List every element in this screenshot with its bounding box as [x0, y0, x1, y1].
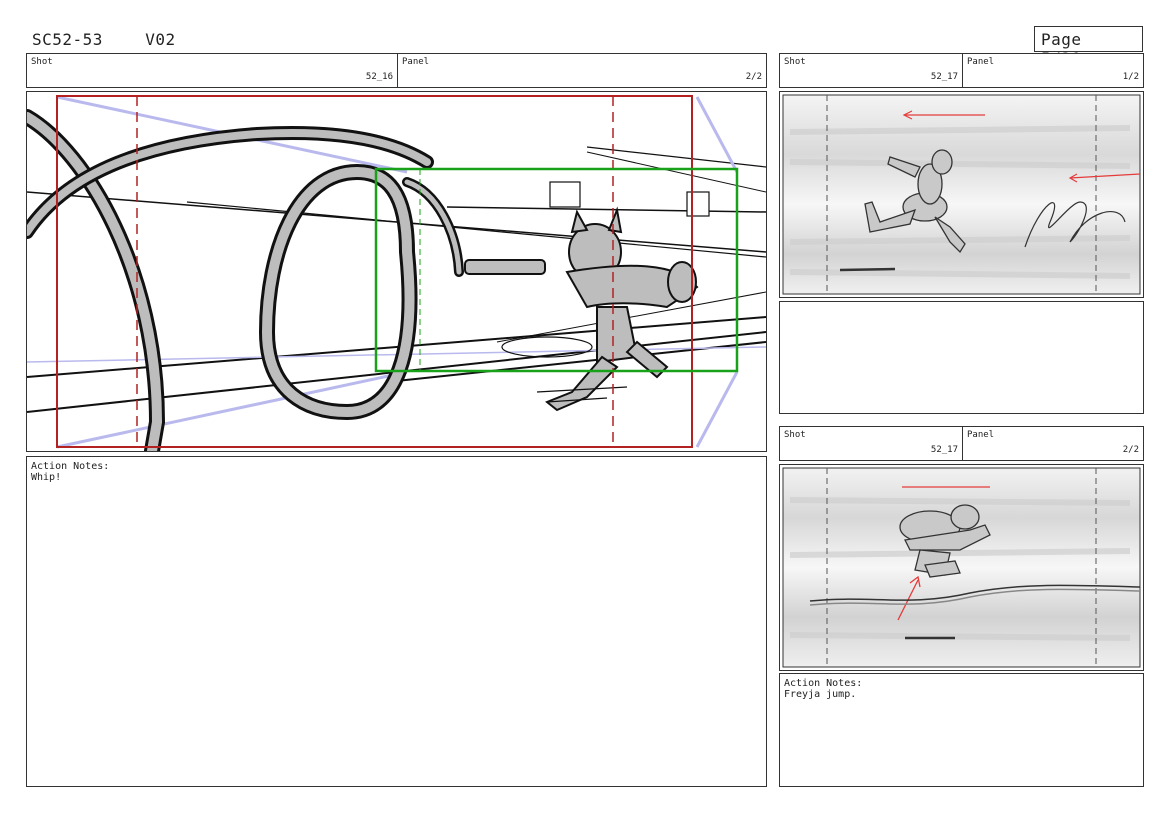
- freyja-run-sketch: [782, 94, 1141, 295]
- right-top-shot-cell: Shot 52_17: [780, 54, 963, 87]
- right-bottom-shot-value: 52_17: [930, 445, 958, 455]
- right-notes-text: Freyja jump.: [784, 689, 857, 700]
- scene-title: SC52-53 V02: [32, 30, 176, 49]
- left-panel-label: Panel: [402, 57, 430, 67]
- freyja-jump-sketch: [782, 467, 1141, 668]
- right-bottom-shot-label: Shot: [784, 430, 806, 440]
- right-action-notes: Action Notes: Freyja jump.: [779, 673, 1144, 787]
- right-bottom-shot-header: Shot 52_17 Panel 2/2: [779, 426, 1144, 461]
- left-shot-value: 52_16: [365, 72, 393, 82]
- left-panel-cell: Panel 2/2: [398, 54, 766, 87]
- version-code: V02: [145, 30, 176, 49]
- page-label: Page: [1041, 30, 1082, 49]
- left-shot-label: Shot: [31, 57, 53, 67]
- left-notes-title: Action Notes:: [31, 461, 110, 472]
- right-top-panel-label: Panel: [967, 57, 995, 67]
- left-notes-text: Whip!: [31, 472, 62, 483]
- scene-code: SC52-53: [32, 30, 103, 49]
- left-shot-cell: Shot 52_16: [27, 54, 398, 87]
- right-top-shot-header: Shot 52_17 Panel 1/2: [779, 53, 1144, 88]
- right-top-shot-label: Shot: [784, 57, 806, 67]
- right-top-shot-value: 52_17: [930, 72, 958, 82]
- left-shot-header: Shot 52_16 Panel 2/2: [26, 53, 767, 88]
- right-top-panel-cell: Panel 1/2: [963, 54, 1143, 87]
- left-panel-value: 2/2: [745, 72, 762, 82]
- left-action-notes: Action Notes: Whip!: [26, 456, 767, 787]
- right-bottom-shot-cell: Shot 52_17: [780, 427, 963, 460]
- right-notes-title: Action Notes:: [784, 678, 863, 689]
- right-top-panel-value: 1/2: [1122, 72, 1139, 82]
- left-storyboard-frame: [26, 91, 767, 452]
- right-bottom-storyboard-frame: [779, 464, 1144, 671]
- right-top-storyboard-frame: [779, 91, 1144, 298]
- right-bottom-panel-value: 2/2: [1122, 445, 1139, 455]
- page-indicator: Page 5/31: [1034, 26, 1143, 68]
- whip-sketch: [27, 95, 766, 451]
- right-empty-panel: [779, 301, 1144, 414]
- right-bottom-panel-label: Panel: [967, 430, 995, 440]
- right-bottom-panel-cell: Panel 2/2: [963, 427, 1143, 460]
